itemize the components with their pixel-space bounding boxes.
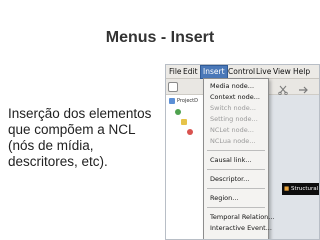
insert-setting-node[interactable]: Setting node... bbox=[210, 115, 258, 124]
insert-temporal-relation[interactable]: Temporal Relation... bbox=[210, 213, 275, 222]
menu-file[interactable]: File bbox=[169, 66, 182, 78]
menu-separator bbox=[207, 169, 265, 170]
menu-control[interactable]: Control bbox=[228, 66, 255, 78]
slide-title: Menus - Insert bbox=[105, 29, 215, 46]
menu-help[interactable]: Help bbox=[293, 66, 310, 78]
insert-switch-node[interactable]: Switch node... bbox=[210, 104, 256, 113]
structural-tab-label: Structural bbox=[290, 186, 319, 192]
structural-tab[interactable]: ■ Structural bbox=[282, 183, 319, 195]
insert-media-node[interactable]: Media node... bbox=[210, 82, 254, 91]
folder-icon[interactable] bbox=[181, 119, 187, 125]
menu-separator bbox=[207, 150, 265, 151]
toolbar-arrow-icon[interactable] bbox=[298, 82, 308, 94]
menu-view[interactable]: View bbox=[273, 66, 291, 78]
tree-root-label[interactable]: ProjectD bbox=[177, 98, 198, 104]
menu-live[interactable]: Live bbox=[256, 66, 271, 78]
page-icon[interactable] bbox=[168, 82, 178, 92]
insert-nclua-node[interactable]: NCLua node... bbox=[210, 137, 256, 146]
slide-body-text: Inserção dos elementos que compõem a NCL… bbox=[8, 106, 152, 169]
menu-insert[interactable]: Insert bbox=[200, 65, 228, 79]
menu-separator bbox=[207, 188, 265, 189]
node-icon[interactable] bbox=[187, 129, 193, 135]
project-icon bbox=[169, 98, 175, 104]
insert-context-node[interactable]: Context node... bbox=[210, 93, 260, 102]
scissors-icon[interactable] bbox=[278, 82, 288, 96]
app-screenshot: File Edit Insert Control Live View Help … bbox=[165, 64, 320, 240]
structural-tab-icon: ■ bbox=[284, 186, 290, 192]
insert-causal-link[interactable]: Causal link... bbox=[210, 156, 252, 165]
menu-edit[interactable]: Edit bbox=[183, 66, 198, 78]
menu-separator bbox=[207, 207, 265, 208]
menubar: File Edit Insert Control Live View Help bbox=[166, 65, 319, 79]
insert-menu-dropdown: Media node... Context node... Switch nod… bbox=[203, 78, 275, 239]
insert-nclet-node[interactable]: NCLet node... bbox=[210, 126, 254, 135]
insert-interactive-event[interactable]: Interactive Event... bbox=[210, 224, 272, 233]
tree-node-icon[interactable] bbox=[175, 109, 181, 115]
insert-region[interactable]: Region... bbox=[210, 194, 238, 203]
insert-descriptor[interactable]: Descriptor... bbox=[210, 175, 249, 184]
